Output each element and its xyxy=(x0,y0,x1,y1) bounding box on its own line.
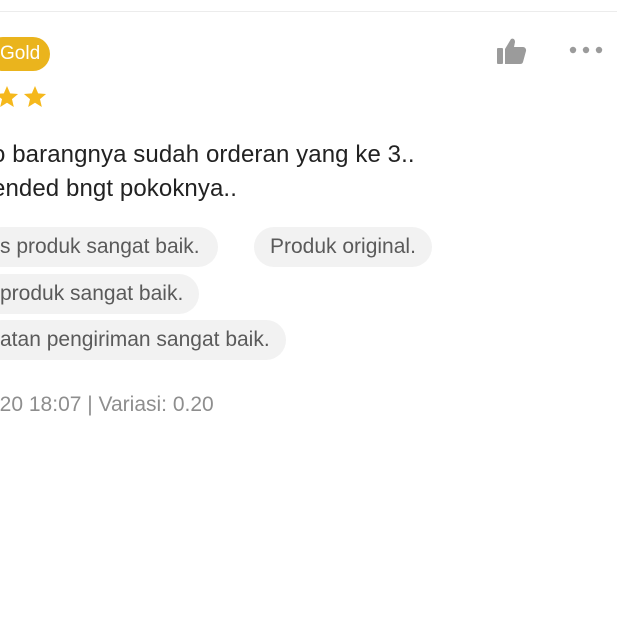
review-tag: produk sangat baik. xyxy=(0,274,200,314)
star-icon xyxy=(23,85,47,107)
gold-member-badge: Gold xyxy=(0,37,51,71)
review-tag: atan pengiriman sangat baik. xyxy=(0,320,286,360)
thumbs-up-icon[interactable] xyxy=(496,37,527,65)
review-text: o barangnya sudah orderan yang ke 3.. en… xyxy=(0,138,602,206)
review-tag: s produk sangat baik. xyxy=(0,227,218,267)
top-divider xyxy=(0,11,617,12)
review-meta: 020 18:07 | Variasi: 0.20 xyxy=(0,393,214,416)
more-options-icon[interactable] xyxy=(568,44,604,56)
review-tag: Produk original. xyxy=(254,227,432,267)
review-text-line: o barangnya sudah orderan yang ke 3.. xyxy=(0,141,415,168)
review-card: Gold o barangnya sudah orderan yang ke 3… xyxy=(0,0,617,617)
rating-stars xyxy=(0,84,48,110)
star-icon xyxy=(0,85,19,107)
review-text-line: ended bngt pokoknya.. xyxy=(0,175,237,202)
